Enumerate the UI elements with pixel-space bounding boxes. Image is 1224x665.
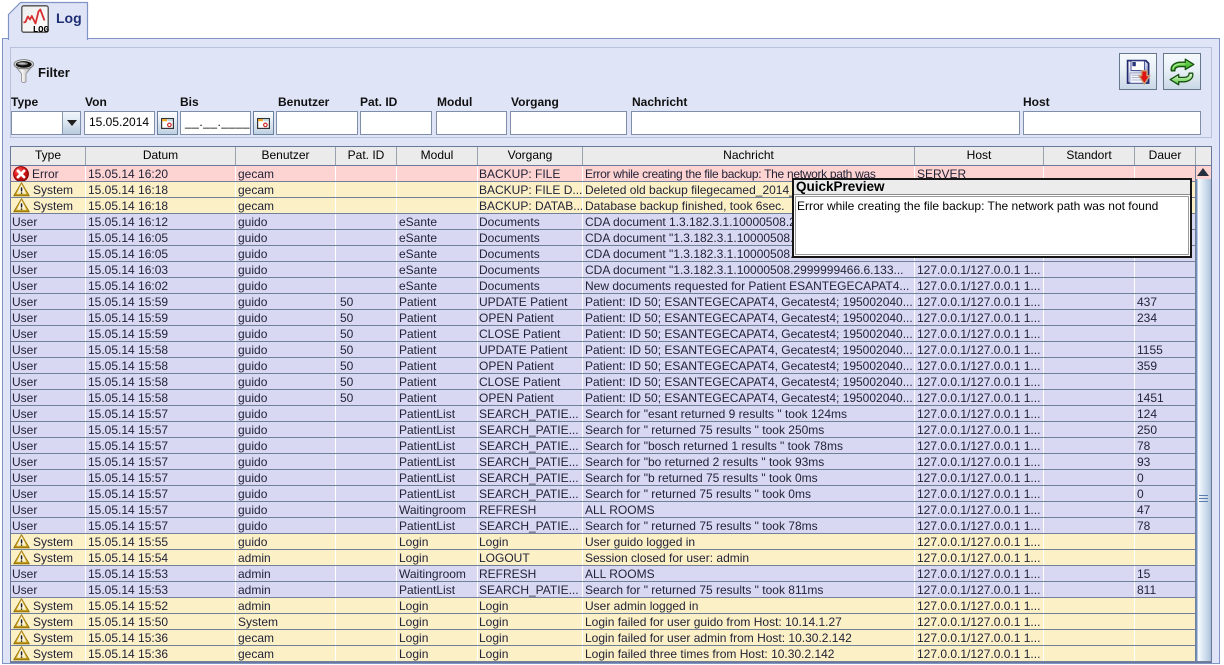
svg-text:LOG: LOG [33, 25, 49, 34]
